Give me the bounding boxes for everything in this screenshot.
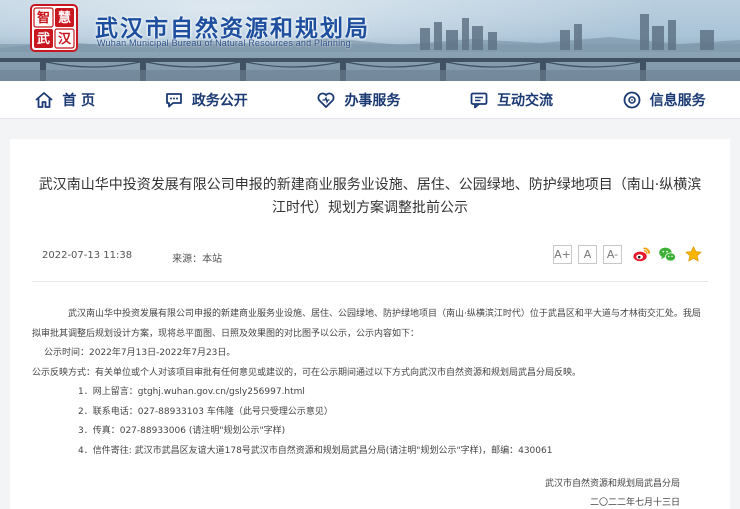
nav-label: 信息服务	[649, 92, 706, 109]
font-default-button[interactable]: A	[578, 245, 597, 264]
nav-label: 办事服务	[344, 92, 401, 109]
share-bar	[632, 245, 703, 264]
nav-item-info-services[interactable]: 信息服务	[616, 81, 712, 119]
header-banner: 智 慧 武 汉 武汉市自然资源和规划局 Wuhan Municipal Bure…	[0, 0, 740, 81]
logo-char-1: 智	[37, 10, 50, 26]
signature-org: 武汉市自然资源和规划局武昌分局	[544, 479, 680, 489]
article-body: 武汉南山华中投资发展有限公司申报的新建商业服务业设施、居住、公园绿地、防护绿地项…	[32, 305, 708, 461]
logo-char-4: 汉	[58, 31, 72, 47]
font-decrease-button[interactable]: A-	[603, 245, 622, 264]
publish-date: 2022-07-13 11:38	[42, 250, 133, 261]
article-paragraph-intro: 武汉南山华中投资发展有限公司申报的新建商业服务业设施、居住、公园绿地、防护绿地项…	[32, 309, 701, 339]
list-item-online: 1．网上留言：gtghj.wuhan.gov.cn/gsly256997.htm…	[78, 387, 305, 397]
comment-icon	[470, 92, 488, 108]
nav-label: 政务公开	[191, 92, 248, 109]
nav-item-services[interactable]: 办事服务	[310, 81, 406, 119]
meta-divider	[32, 281, 708, 282]
list-item-mail: 4．信件寄往: 武汉市武昌区友谊大道178号武汉市自然资源和规划局武昌分局(请注…	[78, 445, 553, 456]
nav-label: 首 页	[62, 92, 96, 109]
nav-item-home[interactable]: 首 页	[28, 81, 101, 119]
heart-icon	[317, 92, 335, 108]
chat-icon	[165, 92, 182, 107]
info-icon	[623, 91, 641, 108]
article-source: 来源：本站	[172, 254, 223, 265]
main-nav: 首 页 政务公开 办事服务 互动交流 信息服务	[0, 81, 740, 119]
article-card: 武汉南山华中投资发展有限公司申报的新建商业服务业设施、居住、公园绿地、防护绿地项…	[10, 139, 730, 509]
list-item-fax: 3．传真：027-88933006 (请注明"规划公示"字样)	[78, 426, 286, 436]
list-item-phone: 2．联系电话：027-88933103 车伟隆（此号只受理公示意见）	[78, 406, 333, 417]
nav-item-interaction[interactable]: 互动交流	[463, 81, 559, 119]
logo-seal-icon: 智 慧 武 汉	[30, 4, 78, 52]
logo-char-2: 慧	[58, 10, 71, 26]
wechat-share-button[interactable]	[658, 245, 677, 264]
weibo-icon	[633, 247, 650, 262]
nav-label: 互动交流	[497, 92, 554, 109]
article-feedback: 公示反映方式：有关单位或个人对该项目审批有任何意见或建议的，可在公示期间通过以下…	[32, 367, 582, 378]
logo-char-3: 武	[37, 31, 50, 47]
wechat-icon	[659, 247, 676, 262]
weibo-share-button[interactable]	[632, 245, 651, 264]
article-meta: 2022-07-13 11:38 来源：本站	[42, 250, 222, 265]
favorite-icon	[685, 246, 702, 262]
site-subtitle: Wuhan Municipal Bureau of Natural Resour…	[97, 38, 351, 48]
favorite-button[interactable]	[684, 245, 703, 264]
nav-item-government-affairs[interactable]: 政务公开	[158, 81, 254, 119]
article-title: 武汉南山华中投资发展有限公司申报的新建商业服务业设施、居住、公园绿地、防护绿地项…	[38, 177, 702, 216]
signature-date: 二〇二二年七月十三日	[589, 498, 680, 508]
font-increase-button[interactable]: A+	[553, 245, 572, 264]
home-icon	[35, 91, 53, 108]
font-size-controls: A+ A A-	[553, 245, 622, 264]
article-period: 公示时间：2022年7月13日-2022年7月23日。	[44, 348, 236, 358]
